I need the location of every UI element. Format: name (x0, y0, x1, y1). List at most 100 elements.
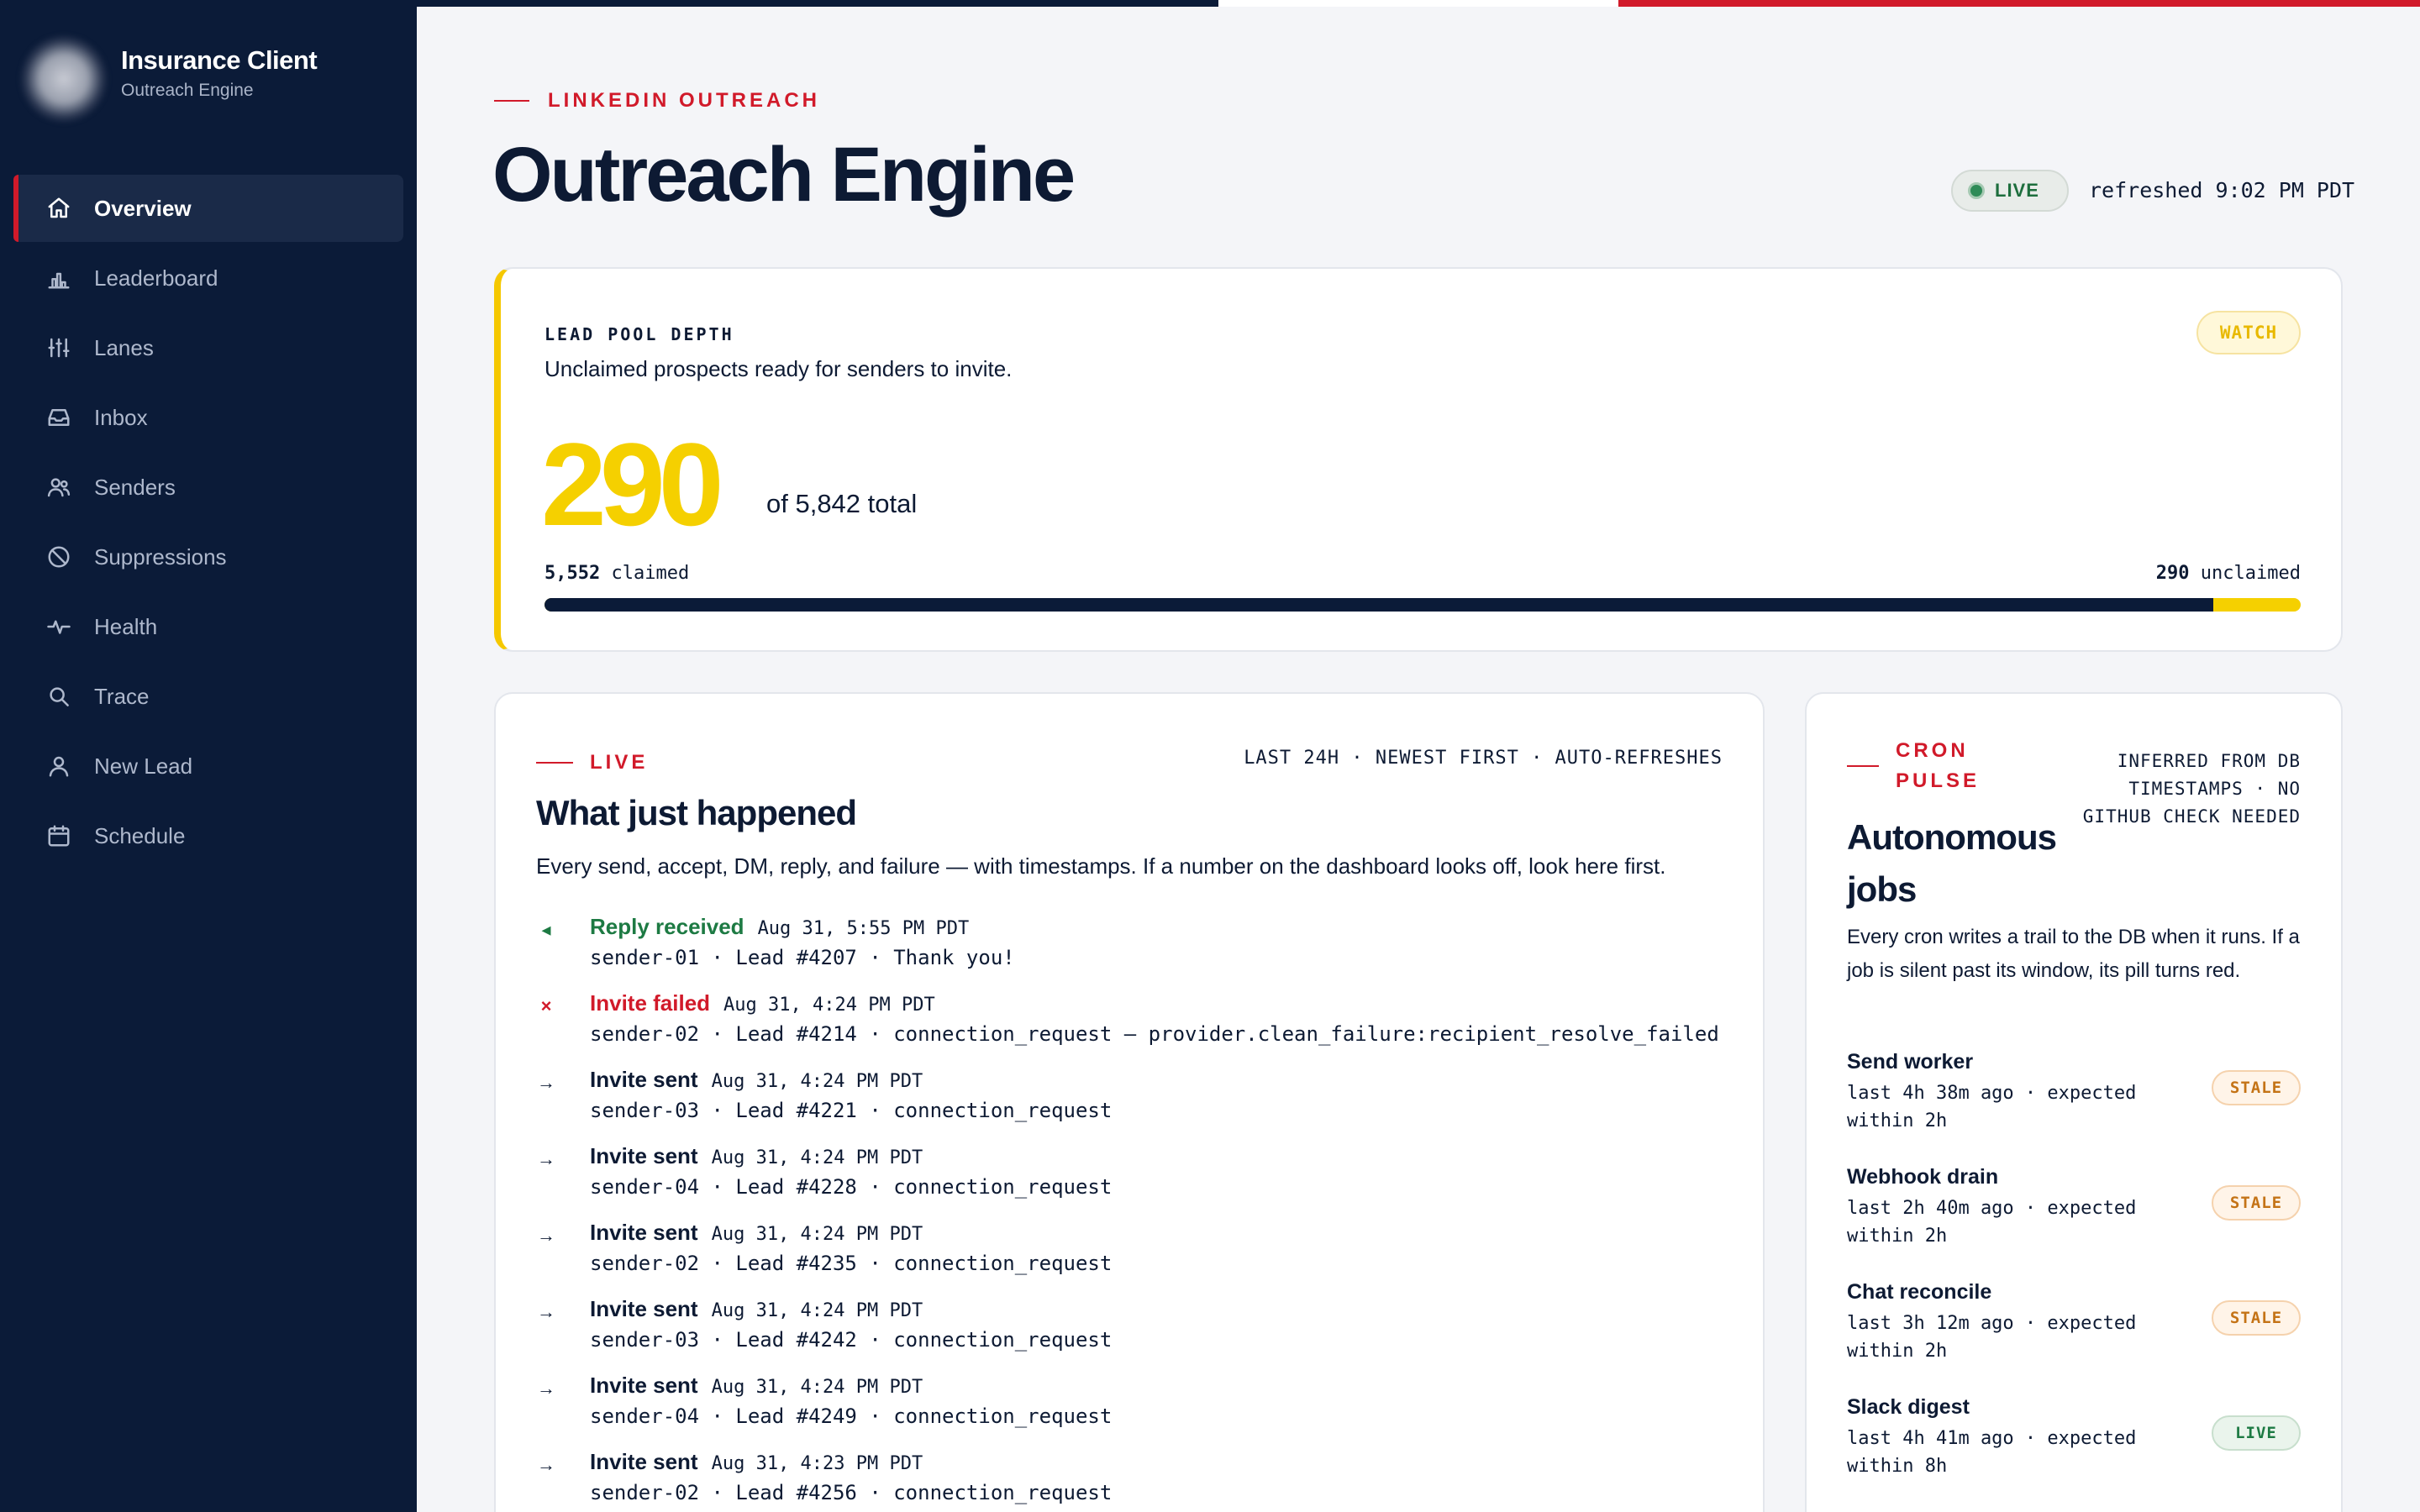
fail-icon: × (540, 995, 552, 1016)
avatar (20, 35, 108, 123)
accent-segment-navy (417, 0, 1218, 7)
cron-meta: INFERRED FROM DB TIMESTAMPS · NO GITHUB … (2082, 751, 2301, 827)
sidebar-item-inbox[interactable]: Inbox (13, 384, 403, 451)
sidebar-item-trace[interactable]: Trace (13, 663, 403, 730)
claimed-progress-bar (544, 598, 2301, 612)
page-eyebrow-label: LINKEDIN OUTREACH (548, 89, 820, 112)
sidebar-item-leaderboard[interactable]: Leaderboard (13, 244, 403, 312)
arrow-right-icon: → (537, 1301, 555, 1322)
sidebar-item-label: Inbox (94, 404, 148, 430)
event-time: Aug 31, 4:24 PM PDT (711, 1224, 923, 1245)
cron-description: Every cron writes a trail to the DB when… (1847, 926, 2300, 982)
sidebar-item-health[interactable]: Health (13, 593, 403, 660)
status-badge: LIVE (2212, 1415, 2301, 1451)
ban-icon (45, 543, 72, 570)
status-badge: STALE (2212, 1185, 2301, 1221)
calendar-icon (45, 822, 72, 849)
event-detail: sender-01 · Lead #4207 · Thank you! (590, 946, 1015, 969)
brand[interactable]: Insurance Client Outreach Engine (20, 29, 390, 123)
event-time: Aug 31, 5:55 PM PDT (757, 918, 970, 939)
refreshed-timestamp: refreshed 9:02 PM PDT (2089, 178, 2355, 202)
claimed-progress-fill (544, 598, 2214, 612)
page-title: Outreach Engine (492, 132, 1076, 218)
brand-subtitle: Outreach Engine (121, 81, 254, 100)
unclaimed-count: 290 (541, 418, 724, 550)
brand-title: Insurance Client (121, 45, 318, 75)
job-item[interactable]: Send worker last 4h 38m ago · expected w… (1847, 1050, 2301, 1165)
live-dot-icon (1968, 182, 1985, 199)
event-time: Aug 31, 4:24 PM PDT (711, 1377, 923, 1398)
search-icon (45, 683, 72, 710)
event-item[interactable]: → Invite sent Aug 31, 4:24 PM PDT sender… (536, 1067, 1729, 1143)
arrow-right-icon: → (537, 1454, 555, 1475)
event-item[interactable]: → Invite sent Aug 31, 4:24 PM PDT sender… (536, 1143, 1729, 1220)
job-item[interactable]: Chat reconcile last 3h 12m ago · expecte… (1847, 1280, 2301, 1395)
arrow-right-icon: → (537, 1378, 555, 1399)
job-item[interactable]: Webhook drain last 2h 40m ago · expected… (1847, 1165, 2301, 1280)
lanes-icon (45, 334, 72, 361)
claimed-label: 5,552 claimed (544, 563, 689, 584)
home-icon (45, 195, 72, 222)
arrow-right-icon: → (537, 1225, 555, 1246)
sidebar-item-lanes[interactable]: Lanes (13, 314, 403, 381)
event-item[interactable]: → Invite sent Aug 31, 4:24 PM PDT sender… (536, 1220, 1729, 1296)
event-detail: sender-04 · Lead #4228 · connection_requ… (590, 1175, 1113, 1199)
sidebar-item-schedule[interactable]: Schedule (13, 802, 403, 869)
pulse-icon (45, 613, 72, 640)
sidebar-item-label: Health (94, 613, 158, 639)
live-status-label: LIVE (1995, 180, 2039, 201)
accent-segment-red (1618, 0, 2420, 7)
unclaimed-count-small: 290 (2155, 563, 2190, 584)
event-title: Invite sent (590, 1143, 698, 1168)
event-item[interactable]: × Invite failed Aug 31, 4:24 PM PDT send… (536, 990, 1729, 1067)
feed-eyebrow-label: LIVE (590, 751, 649, 774)
sidebar-item-label: Senders (94, 474, 176, 500)
sidebar-item-suppressions[interactable]: Suppressions (13, 523, 403, 591)
event-item[interactable]: → Invite sent Aug 31, 4:23 PM PDT sender… (536, 1449, 1729, 1512)
cron-eyebrow-label: CRON PULSE (1896, 739, 1981, 792)
job-detail: last 4h 38m ago · expected within 2h (1847, 1083, 2137, 1131)
event-item[interactable]: ◂ Reply received Aug 31, 5:55 PM PDT sen… (536, 914, 1729, 990)
sidebar-item-senders[interactable]: Senders (13, 454, 403, 521)
pool-total: of 5,842 total (766, 489, 918, 518)
cron-eyebrow: CRON PULSE (1847, 736, 1988, 796)
sidebar-item-label: Overview (94, 195, 192, 221)
eyebrow-dash (1847, 765, 1879, 767)
event-time: Aug 31, 4:24 PM PDT (711, 1147, 923, 1168)
feed-description: Every send, accept, DM, reply, and failu… (536, 853, 1666, 879)
event-item[interactable]: → Invite sent Aug 31, 4:24 PM PDT sender… (536, 1296, 1729, 1373)
lead-pool-card: LEAD POOL DEPTH Unclaimed prospects read… (494, 267, 2343, 652)
unclaimed-label: 290 unclaimed (2156, 563, 2301, 584)
event-title: Invite sent (590, 1373, 698, 1398)
status-badge: STALE (2212, 1070, 2301, 1105)
status-badge: STALE (2212, 1300, 2301, 1336)
sidebar-item-label: New Lead (94, 753, 193, 779)
lead-pool-description: Unclaimed prospects ready for senders to… (544, 356, 1013, 381)
event-title: Invite failed (590, 990, 711, 1016)
event-detail: sender-04 · Lead #4249 · connection_requ… (590, 1404, 1113, 1428)
live-status-pill: LIVE (1951, 170, 2069, 212)
sidebar-nav: Overview Leaderboard Lanes Inbox Senders (13, 175, 403, 872)
live-feed-card: LIVE LAST 24H · NEWEST FIRST · AUTO-REFR… (494, 692, 1765, 1512)
top-accent-bar (417, 0, 2420, 7)
job-item[interactable]: Slack digest last 4h 41m ago · expected … (1847, 1395, 2301, 1510)
event-list: ◂ Reply received Aug 31, 5:55 PM PDT sen… (536, 914, 1729, 1512)
event-time: Aug 31, 4:23 PM PDT (711, 1453, 923, 1474)
feed-title: What just happened (536, 793, 857, 832)
sidebar-item-new-lead[interactable]: New Lead (13, 732, 403, 800)
inbox-icon (45, 404, 72, 431)
users-icon (45, 474, 72, 501)
sidebar-item-overview[interactable]: Overview (13, 175, 403, 242)
job-detail: last 4h 41m ago · expected within 8h (1847, 1428, 2137, 1477)
job-detail: last 2h 40m ago · expected within 2h (1847, 1198, 2137, 1247)
job-detail: last 3h 12m ago · expected within 2h (1847, 1313, 2137, 1362)
eyebrow-dash (494, 100, 529, 102)
unclaimed-word: unclaimed (2200, 563, 2301, 584)
event-item[interactable]: → Invite sent Aug 31, 4:24 PM PDT sender… (536, 1373, 1729, 1449)
watch-status-badge: WATCH (2196, 311, 2301, 354)
event-title: Invite sent (590, 1296, 698, 1321)
event-detail: sender-02 · Lead #4214 · connection_requ… (590, 1022, 1719, 1046)
claimed-count: 5,552 (544, 563, 601, 584)
feed-meta: LAST 24H · NEWEST FIRST · AUTO-REFRESHES (1244, 748, 1723, 769)
sidebar-item-label: Suppressions (94, 543, 227, 570)
